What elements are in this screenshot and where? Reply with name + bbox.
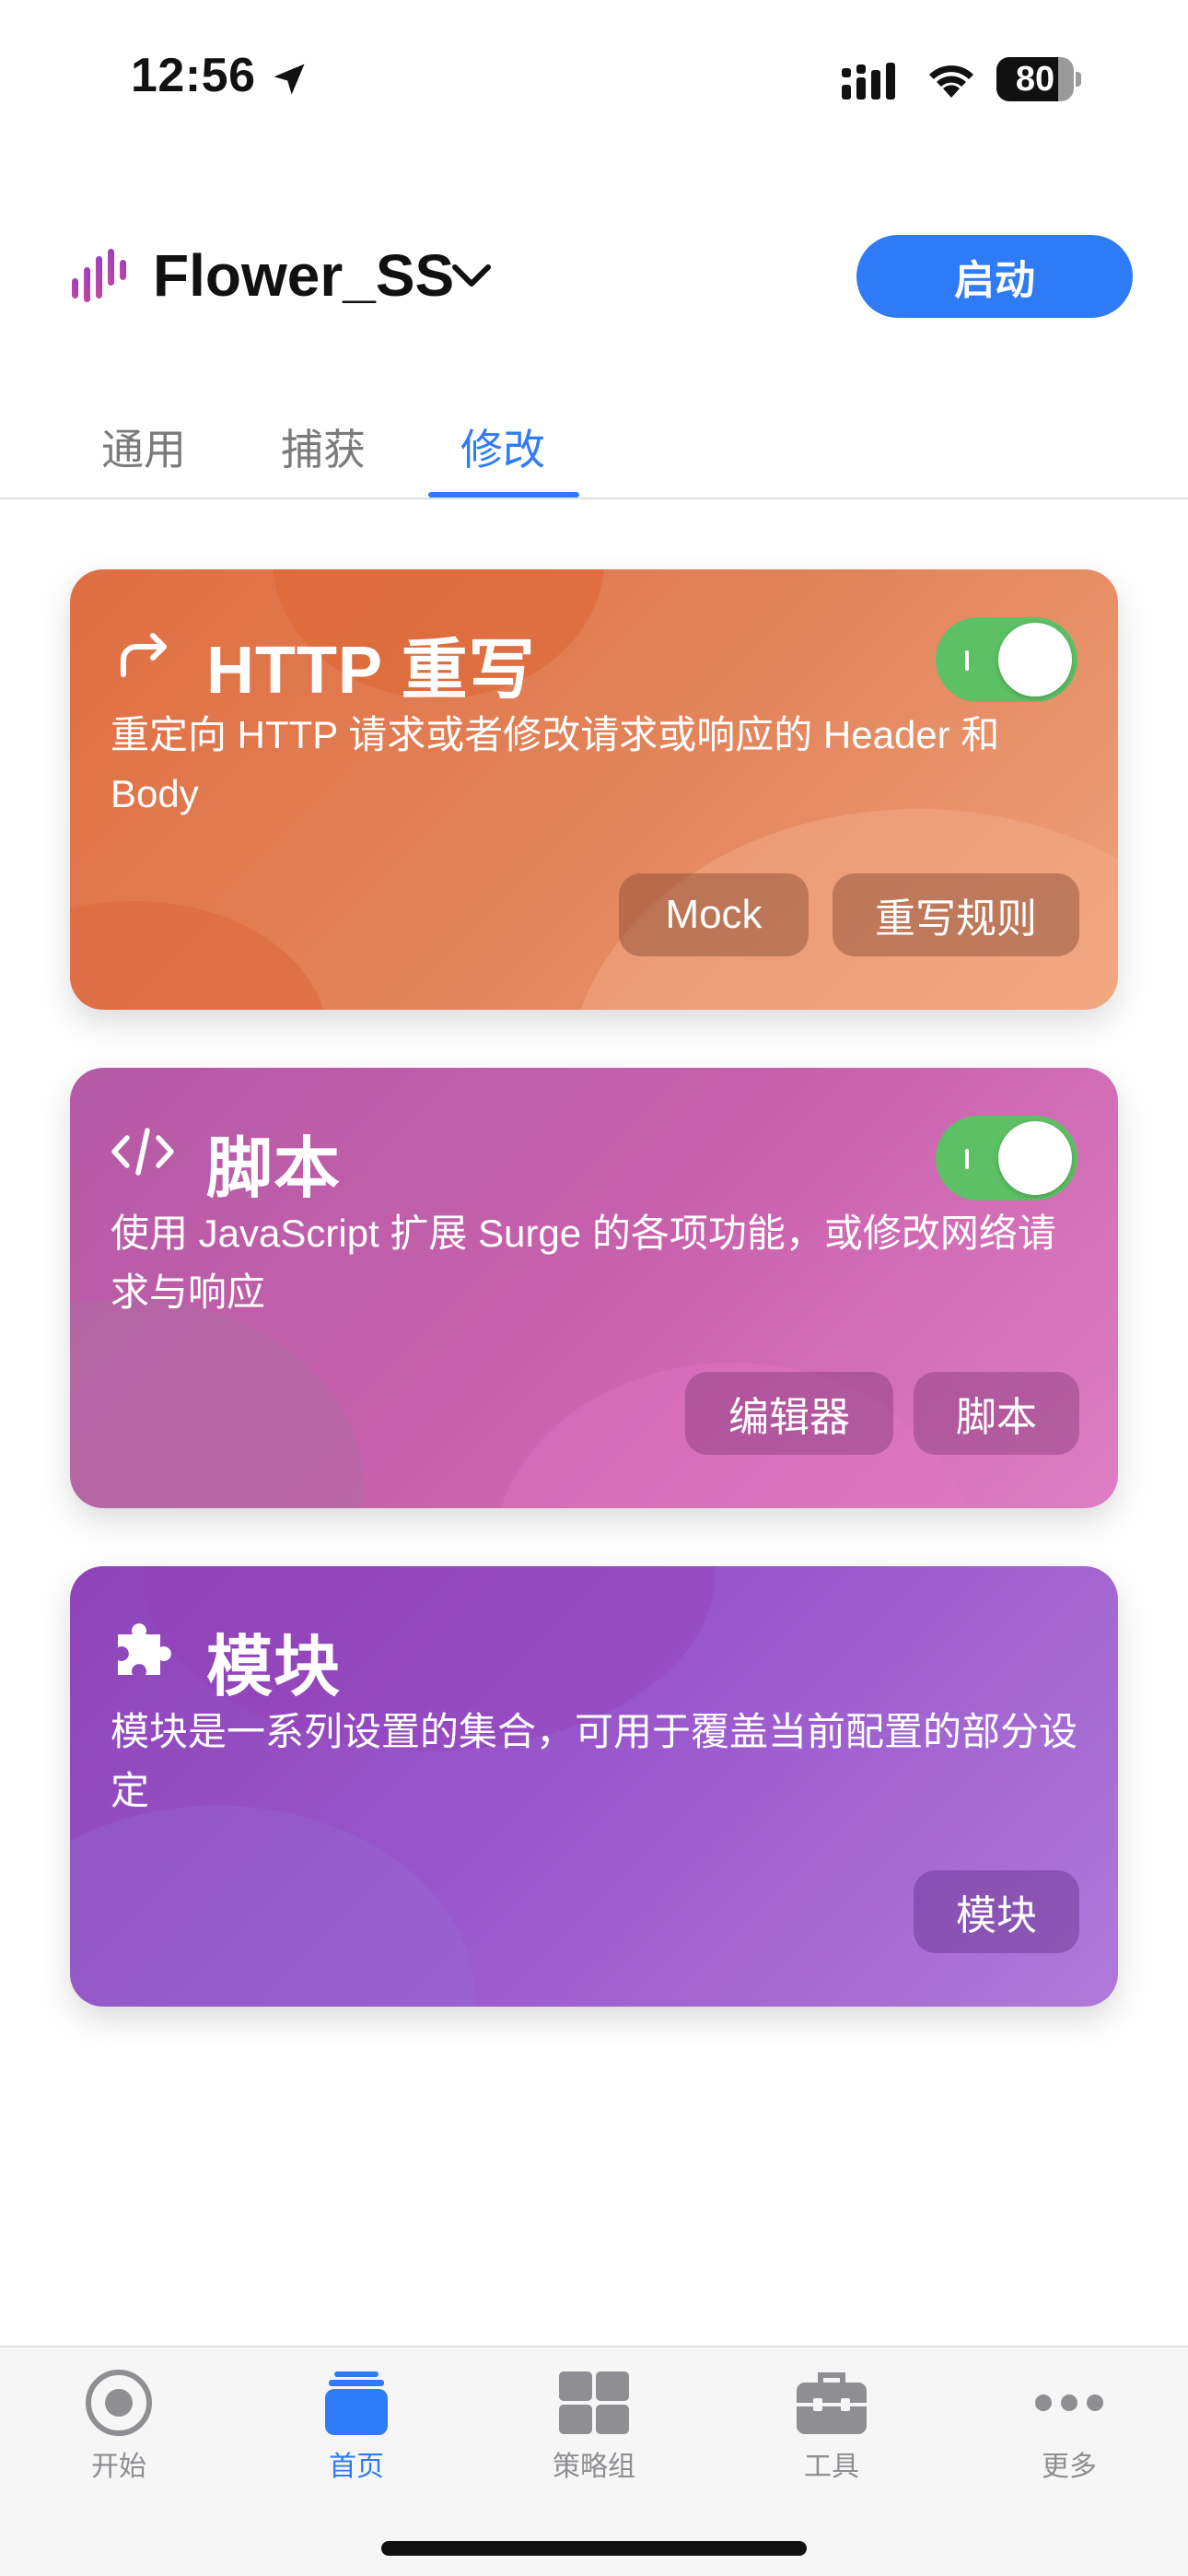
script-title: 脚本 [206, 1132, 342, 1206]
tabbar-item-start[interactable]: 开始 [0, 2348, 238, 2486]
record-icon [86, 2370, 152, 2436]
tabbar-item-policy-groups[interactable]: 策略组 [475, 2348, 713, 2486]
module-description: 模块是一系列设置的集合，可用于覆盖当前配置的部分设定 [111, 1710, 1078, 1812]
battery-indicator: 80 [996, 57, 1081, 101]
puzzle-icon [118, 1623, 171, 1675]
wifi-icon [929, 65, 973, 98]
tab-divider [0, 498, 1188, 499]
tab-modify[interactable]: 修改 [460, 416, 545, 477]
redo-arrow-icon [121, 633, 167, 677]
http-rewrite-toggle[interactable] [936, 617, 1077, 702]
more-icon [1035, 2395, 1103, 2411]
script-card: 脚本 使用 JavaScript 扩展 Surge 的各项功能，或修改网络请求与… [70, 1068, 1118, 1508]
modules-button[interactable]: 模块 [914, 1870, 1079, 1953]
script-toggle[interactable] [936, 1116, 1077, 1200]
http-rewrite-title: HTTP 重写 [206, 634, 536, 708]
http-rewrite-card: HTTP 重写 重定向 HTTP 请求或者修改请求或响应的 Header 和 B… [70, 569, 1118, 1010]
http-rewrite-description: 重定向 HTTP 请求或者修改请求或响应的 Header 和 Body [111, 713, 1000, 815]
editor-button[interactable]: 编辑器 [685, 1372, 893, 1455]
cellular-signal-icon [842, 63, 895, 100]
stack-icon [325, 2371, 388, 2435]
profile-name[interactable]: Flower_SS [153, 241, 454, 310]
tabbar-label-policy-groups: 策略组 [553, 2452, 635, 2482]
status-time: 12:56 [131, 49, 256, 102]
tabbar-item-tools[interactable]: 工具 [713, 2348, 950, 2486]
module-title: 模块 [206, 1631, 342, 1704]
tabbar-label-more: 更多 [1042, 2452, 1097, 2482]
home-indicator [381, 2541, 807, 2556]
mock-button[interactable]: Mock [619, 873, 809, 956]
rewrite-rules-button[interactable]: 重写规则 [833, 873, 1079, 956]
location-arrow-icon [274, 64, 305, 95]
tabbar-label-home: 首页 [329, 2452, 384, 2482]
code-icon [111, 1128, 174, 1176]
grid-icon [559, 2371, 629, 2434]
tabbar-label-tools: 工具 [804, 2452, 859, 2482]
script-description: 使用 JavaScript 扩展 Surge 的各项功能，或修改网络请求与响应 [111, 1212, 1056, 1314]
module-card: 模块 模块是一系列设置的集合，可用于覆盖当前配置的部分设定 模块 [70, 1566, 1118, 2007]
battery-percent: 80 [1015, 60, 1055, 99]
start-button[interactable]: 启动 [856, 235, 1133, 318]
tabbar-item-more[interactable]: 更多 [950, 2348, 1188, 2486]
tabbar-item-home[interactable]: 首页 [238, 2348, 475, 2486]
scripts-button[interactable]: 脚本 [914, 1372, 1079, 1455]
toolbox-icon [797, 2372, 867, 2434]
tab-capture[interactable]: 捕获 [281, 416, 366, 477]
chevron-down-icon[interactable] [449, 258, 494, 295]
tabbar-label-start: 开始 [91, 2452, 146, 2482]
tab-general[interactable]: 通用 [101, 416, 186, 477]
profile-waveform-icon [72, 249, 126, 302]
